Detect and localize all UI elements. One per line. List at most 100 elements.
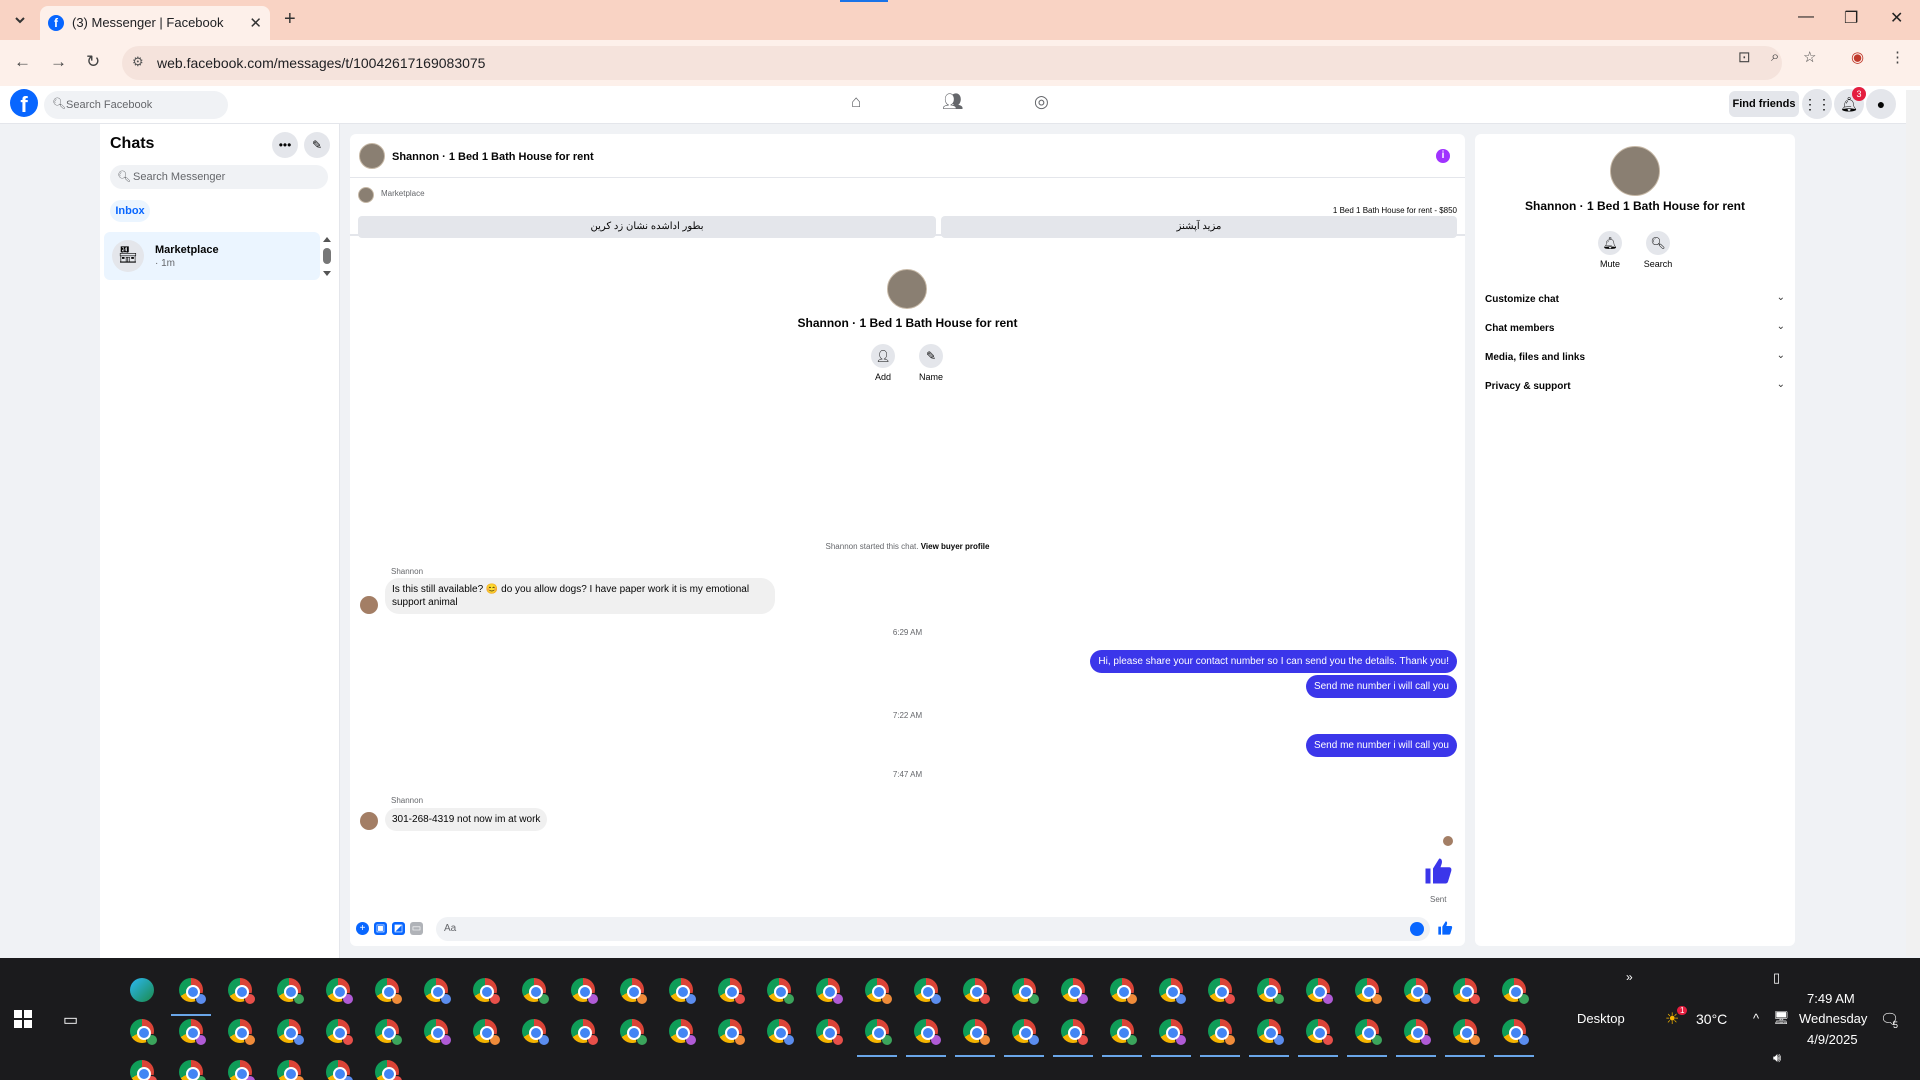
temperature-text[interactable]: 30°C [1696, 1011, 1727, 1027]
bookmark-star-icon[interactable]: ☆ [1803, 48, 1816, 66]
chrome-browser-icon[interactable] [1306, 978, 1334, 1005]
chrome-browser-icon[interactable] [865, 1019, 893, 1046]
clock-time[interactable]: 7:49 AM [1807, 991, 1855, 1006]
chrome-browser-icon[interactable] [669, 978, 697, 1005]
chrome-browser-icon[interactable] [473, 978, 501, 1005]
back-button[interactable]: ← [14, 52, 31, 72]
chrome-browser-icon[interactable] [963, 978, 991, 1005]
contact-avatar[interactable] [359, 143, 385, 169]
chrome-browser-icon[interactable] [424, 1019, 452, 1046]
thumbs-up-icon[interactable] [1423, 856, 1453, 886]
new-tab-button[interactable]: + [284, 8, 296, 31]
clock-day[interactable]: Wednesday [1799, 1011, 1867, 1026]
chrome-browser-icon[interactable] [179, 1060, 207, 1080]
emoji-icon[interactable] [1410, 922, 1424, 936]
search-in-chat-button[interactable]: 🔍︎ Search [1638, 231, 1678, 269]
chrome-browser-icon[interactable] [1159, 1019, 1187, 1046]
media-files-links-section[interactable]: Media, files and links ⌄ [1485, 346, 1785, 370]
chrome-browser-icon[interactable] [130, 1019, 158, 1046]
sidebar-scrollbar[interactable] [322, 236, 332, 278]
chrome-browser-icon[interactable] [620, 978, 648, 1005]
page-scrollbar[interactable] [1906, 90, 1920, 956]
restore-button[interactable]: ❐ [1844, 8, 1858, 28]
friends-icon[interactable]: 👥︎ [942, 92, 964, 112]
listing-title-price[interactable]: 1 Bed 1 Bath House for rent - $850 [1333, 206, 1457, 215]
chrome-browser-icon[interactable] [767, 978, 795, 1005]
chrome-browser-icon[interactable] [1012, 1019, 1040, 1046]
chrome-browser-icon[interactable] [1257, 1019, 1285, 1046]
browser-tab-active[interactable]: f (3) Messenger | Facebook ✕ [40, 6, 270, 40]
chrome-browser-icon[interactable] [1404, 1019, 1432, 1046]
chrome-browser-icon[interactable] [767, 1019, 795, 1046]
chrome-browser-icon[interactable] [326, 978, 354, 1005]
install-app-icon[interactable]: ⊡ [1738, 48, 1751, 66]
profile-icon[interactable]: ◉ [1851, 48, 1864, 66]
add-people-button[interactable]: 👤︎ Add [863, 344, 903, 382]
close-window-button[interactable]: ✕ [1890, 8, 1903, 28]
chrome-browser-icon[interactable] [1257, 978, 1285, 1005]
outgoing-message-bubble[interactable]: Send me number i will call you [1305, 675, 1457, 698]
chrome-browser-icon[interactable] [1208, 1019, 1236, 1046]
facebook-search-input[interactable]: 🔍︎ Search Facebook [44, 91, 228, 119]
privacy-support-section[interactable]: Privacy & support ⌄ [1485, 375, 1785, 399]
chrome-browser-icon[interactable] [424, 978, 452, 1005]
desktop-label[interactable]: Desktop [1577, 1011, 1625, 1026]
outgoing-message-bubble[interactable]: Send me number i will call you [1305, 734, 1457, 757]
chrome-browser-icon[interactable] [571, 1019, 599, 1046]
edit-name-button[interactable]: ✎ Name [911, 344, 951, 382]
mute-button[interactable]: 🔔︎ Mute [1590, 231, 1630, 269]
edge-browser-icon[interactable] [130, 978, 154, 1002]
new-message-icon[interactable]: ✎ [304, 132, 330, 158]
zoom-icon[interactable]: ⌕ [1771, 48, 1779, 65]
chrome-browser-icon[interactable] [375, 1019, 403, 1046]
network-icon[interactable]: 🖥︎ [1773, 1010, 1790, 1026]
minimize-button[interactable]: — [1798, 8, 1814, 26]
chrome-browser-icon[interactable] [1306, 1019, 1334, 1046]
chrome-browser-icon[interactable] [1355, 978, 1383, 1005]
groups-icon[interactable]: ◎ [1034, 92, 1049, 112]
chrome-browser-icon[interactable] [1110, 978, 1138, 1005]
chrome-browser-icon[interactable] [914, 1019, 942, 1046]
chat-members-section[interactable]: Chat members ⌄ [1485, 317, 1785, 341]
chrome-browser-icon[interactable] [228, 1019, 256, 1046]
account-avatar[interactable]: ● [1866, 89, 1896, 119]
chrome-browser-icon[interactable] [1453, 978, 1481, 1005]
chrome-browser-icon[interactable] [179, 1019, 207, 1046]
inbox-filter-tab[interactable]: Inbox [110, 200, 150, 222]
overflow-chevron-icon[interactable]: » [1626, 970, 1633, 984]
find-friends-button[interactable]: Find friends [1729, 91, 1799, 117]
chat-list-item-marketplace[interactable]: 🏪︎ Marketplace · 1m [104, 232, 320, 280]
chrome-browser-icon[interactable] [571, 978, 599, 1005]
chrome-browser-icon[interactable] [326, 1019, 354, 1046]
chrome-browser-icon[interactable] [1061, 1019, 1089, 1046]
chrome-browser-icon[interactable] [620, 1019, 648, 1046]
forward-button[interactable]: → [50, 52, 67, 72]
view-buyer-profile-link[interactable]: View buyer profile [921, 542, 990, 551]
reload-button[interactable]: ↻ [86, 52, 100, 72]
chrome-browser-icon[interactable] [522, 978, 550, 1005]
volume-icon[interactable]: 🔊︎ [1773, 1050, 1781, 1066]
site-info-icon[interactable]: ⚙ [132, 54, 144, 70]
chrome-browser-icon[interactable] [277, 1019, 305, 1046]
browser-menu-icon[interactable]: ⋮ [1890, 48, 1905, 66]
chrome-browser-icon[interactable] [1012, 978, 1040, 1005]
chrome-browser-icon[interactable] [375, 978, 403, 1005]
chrome-browser-icon[interactable] [130, 1060, 158, 1080]
address-bar[interactable]: ⚙ web.facebook.com/messages/t/1004261716… [122, 46, 1782, 80]
incoming-message-bubble[interactable]: Is this still available? 😊 do you allow … [385, 578, 775, 614]
info-icon[interactable]: i [1436, 149, 1450, 163]
sticker-icon[interactable]: ◩ [392, 922, 405, 935]
chrome-browser-icon[interactable] [963, 1019, 991, 1046]
chrome-browser-icon[interactable] [1355, 1019, 1383, 1046]
conversation-title[interactable]: Shannon · 1 Bed 1 Bath House for rent [392, 151, 594, 163]
chrome-browser-icon[interactable] [865, 978, 893, 1005]
windows-start-icon[interactable] [14, 1010, 32, 1028]
chrome-browser-icon[interactable] [718, 978, 746, 1005]
chrome-browser-icon[interactable] [375, 1060, 403, 1080]
mark-as-paid-button[interactable]: بطور اداشده نشان زد کرین [358, 216, 936, 238]
chrome-browser-icon[interactable] [1453, 1019, 1481, 1046]
incoming-message-bubble[interactable]: 301-268-4319 not now im at work [385, 808, 548, 831]
chrome-browser-icon[interactable] [914, 978, 942, 1005]
tray-chevron-up-icon[interactable]: ^ [1753, 1011, 1759, 1026]
more-options-button[interactable]: مزید آپشنز [941, 216, 1457, 238]
